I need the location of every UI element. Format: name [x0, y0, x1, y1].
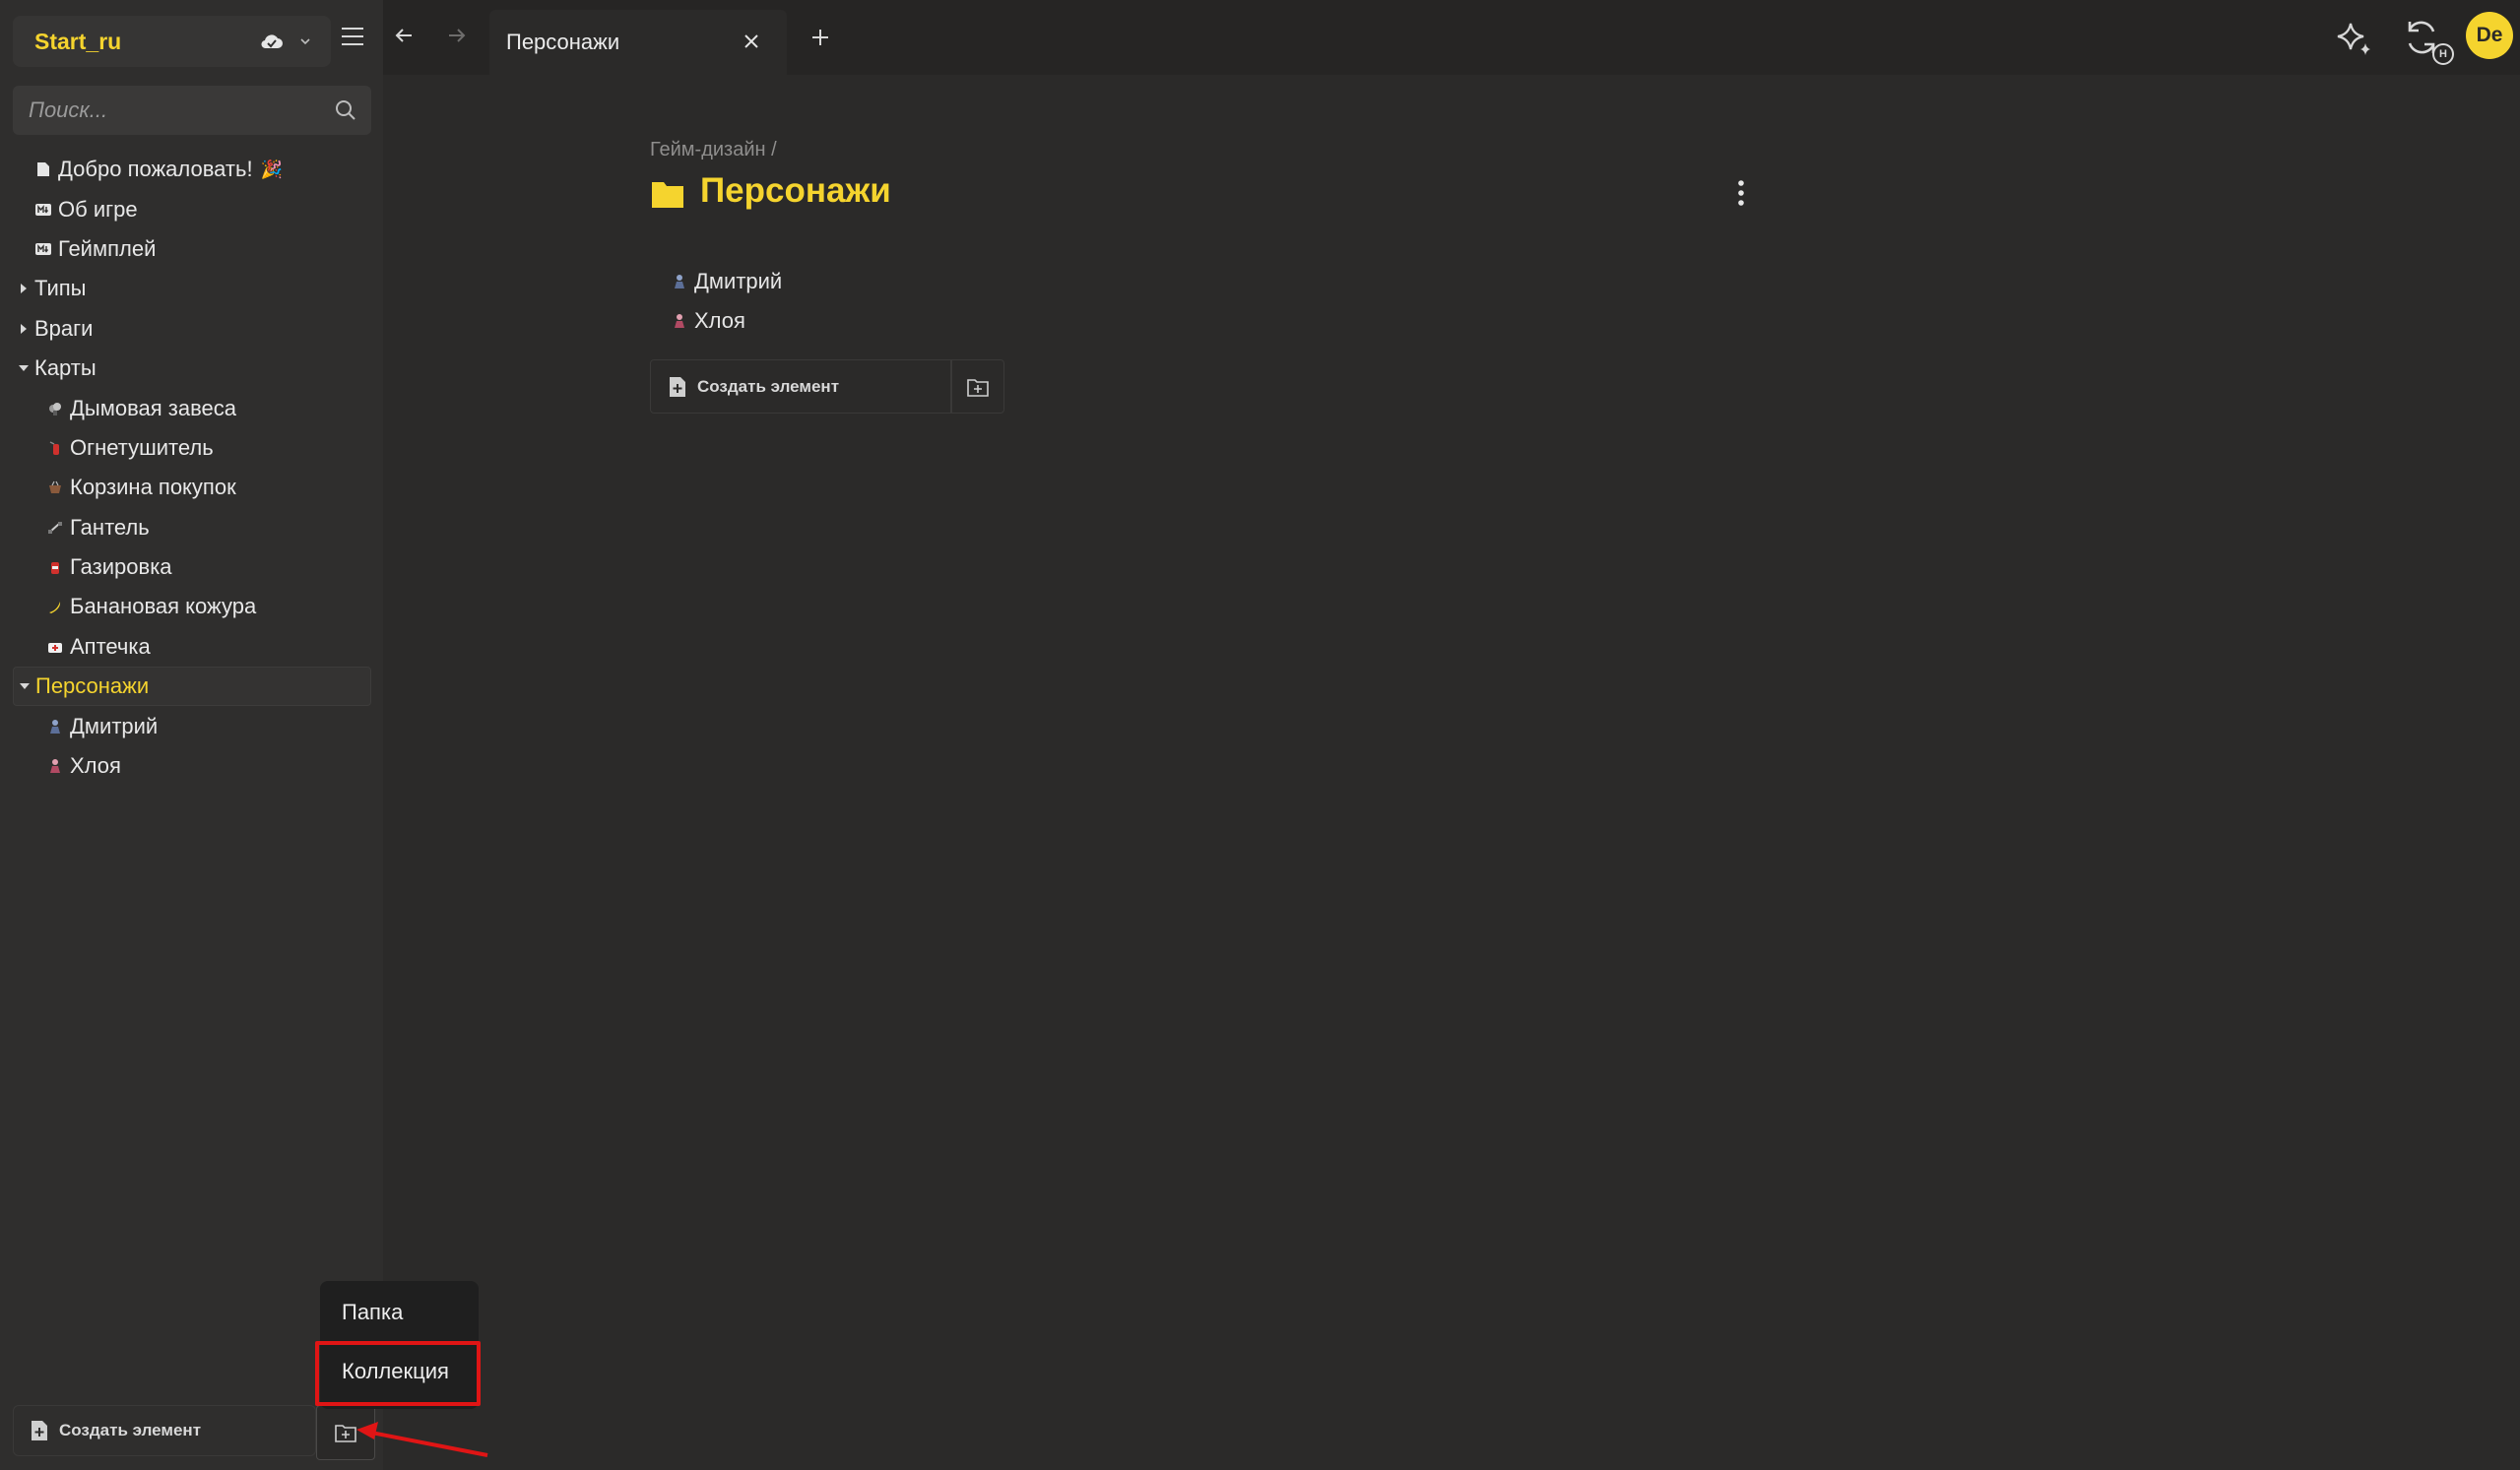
create-element-label: Создать элемент	[59, 1421, 202, 1439]
caret-down-icon[interactable]	[18, 681, 32, 691]
sidebar-item-label: Аптечка	[70, 633, 151, 659]
annotation-arrow	[356, 1422, 488, 1457]
create-element-button[interactable]: Создать элемент	[650, 359, 951, 414]
sidebar-item-label: Добро пожаловать!	[58, 157, 253, 182]
app-root: Start_ru Добро пожалова	[0, 0, 2520, 1470]
party-popper-icon: 🎉	[260, 159, 284, 179]
add-document-icon	[32, 1421, 47, 1440]
sidebar-item-label: Газировка	[70, 554, 172, 580]
caret-right-icon[interactable]	[17, 284, 31, 294]
add-document-icon	[670, 376, 685, 397]
sidebar-folder-cards[interactable]: Карты	[13, 349, 371, 388]
sidebar-item-label: Геймплей	[58, 235, 157, 261]
sidebar-item-label: Типы	[34, 276, 87, 301]
medkit-icon	[46, 638, 64, 656]
sidebar-item-label: Враги	[34, 315, 94, 341]
sidebar-item-welcome[interactable]: Добро пожаловать! 🎉	[13, 150, 371, 189]
sidebar-item-gameplay[interactable]: Геймплей	[13, 229, 371, 269]
sidebar-item-medkit[interactable]: Аптечка	[13, 627, 371, 667]
search-input[interactable]	[13, 86, 318, 135]
back-arrow-icon[interactable]	[392, 24, 416, 47]
create-folder-menu: Папка Коллекция	[320, 1281, 479, 1409]
create-folder-button[interactable]	[951, 359, 1004, 414]
page-title: Персонажи	[700, 171, 891, 210]
caret-right-icon[interactable]	[17, 323, 31, 334]
sidebar-item-label: Хлоя	[70, 753, 121, 779]
caret-down-icon[interactable]	[17, 363, 31, 373]
extinguisher-icon	[46, 439, 64, 457]
folder-icon	[652, 182, 683, 208]
soda-icon	[46, 558, 64, 576]
sidebar-folder-enemies[interactable]: Враги	[13, 309, 371, 349]
sidebar-item-dumbbell[interactable]: Гантель	[13, 508, 371, 547]
sidebar-item-label: Персонажи	[35, 673, 150, 699]
sidebar-item-label: Гантель	[70, 514, 150, 540]
list-item[interactable]: Дмитрий	[671, 262, 782, 301]
sidebar-item-label: Дмитрий	[70, 713, 159, 738]
sidebar-item-shopping-basket[interactable]: Корзина покупок	[13, 468, 371, 507]
character-icon	[671, 273, 688, 290]
cloud-icon[interactable]	[259, 30, 285, 53]
sidebar-item-banana-peel[interactable]: Банановая кожура	[13, 587, 371, 626]
workspace-name: Start_ru	[34, 28, 122, 54]
list-item-label: Дмитрий	[694, 269, 783, 293]
smoke-bomb-icon	[46, 400, 64, 417]
workspace-switcher[interactable]: Start_ru	[13, 16, 331, 67]
collection-items: Дмитрий Хлоя	[671, 262, 782, 341]
list-item[interactable]: Хлоя	[671, 301, 782, 341]
sidebar-item-label: Огнетушитель	[70, 434, 214, 460]
tab-title: Персонажи	[506, 30, 620, 54]
sidebar-item-label: Дымовая завеса	[70, 395, 237, 420]
breadcrumb[interactable]: Гейм-дизайн /	[650, 139, 777, 161]
forward-arrow-icon[interactable]	[445, 24, 469, 47]
sidebar-folder-characters[interactable]: Персонажи	[13, 667, 371, 707]
search-icon[interactable]	[334, 98, 357, 122]
close-icon[interactable]	[742, 32, 761, 51]
sidebar-item-soda[interactable]: Газировка	[13, 547, 371, 587]
sparkle-icon[interactable]	[2336, 20, 2373, 57]
menu-item-folder[interactable]: Папка	[320, 1283, 479, 1342]
tab-characters[interactable]: Персонажи	[489, 10, 787, 75]
character-icon	[46, 757, 64, 775]
sync-badge: H	[2432, 43, 2454, 65]
create-element-label: Создать элемент	[697, 376, 840, 396]
sidebar-item-smoke-screen[interactable]: Дымовая завеса	[13, 388, 371, 427]
create-element-button[interactable]: Создать элемент	[13, 1405, 316, 1456]
page-icon	[34, 160, 52, 178]
character-icon	[671, 312, 688, 330]
sidebar-item-label: Банановая кожура	[70, 594, 257, 619]
basket-icon	[46, 479, 64, 496]
file-tree: Добро пожаловать! 🎉 Об игре Геймплей Тип…	[13, 150, 371, 786]
sidebar-item-chloe[interactable]: Хлоя	[13, 746, 371, 786]
avatar[interactable]: De	[2466, 12, 2513, 59]
chevron-down-icon[interactable]	[298, 34, 312, 48]
sidebar-item-label: Корзина покупок	[70, 475, 236, 500]
sidebar: Start_ru Добро пожалова	[0, 0, 383, 1470]
sidebar-item-dmitry[interactable]: Дмитрий	[13, 706, 371, 745]
banana-icon	[46, 598, 64, 615]
sidebar-item-label: Карты	[34, 355, 97, 381]
add-folder-icon	[967, 378, 989, 397]
more-options-icon[interactable]	[1730, 178, 1752, 208]
menu-item-collection[interactable]: Коллекция	[320, 1342, 479, 1401]
new-tab-icon[interactable]	[809, 27, 831, 48]
sidebar-item-about[interactable]: Об игре	[13, 189, 371, 228]
sidebar-item-extinguisher[interactable]: Огнетушитель	[13, 428, 371, 468]
list-item-label: Хлоя	[694, 308, 745, 333]
sidebar-folder-types[interactable]: Типы	[13, 269, 371, 308]
character-icon	[46, 718, 64, 735]
dumbbell-icon	[46, 519, 64, 537]
menu-icon[interactable]	[340, 26, 365, 47]
search-box	[13, 86, 371, 135]
markdown-icon	[34, 201, 52, 219]
add-folder-icon	[335, 1425, 356, 1442]
markdown-icon	[34, 240, 52, 258]
sidebar-item-label: Об игре	[58, 196, 138, 222]
